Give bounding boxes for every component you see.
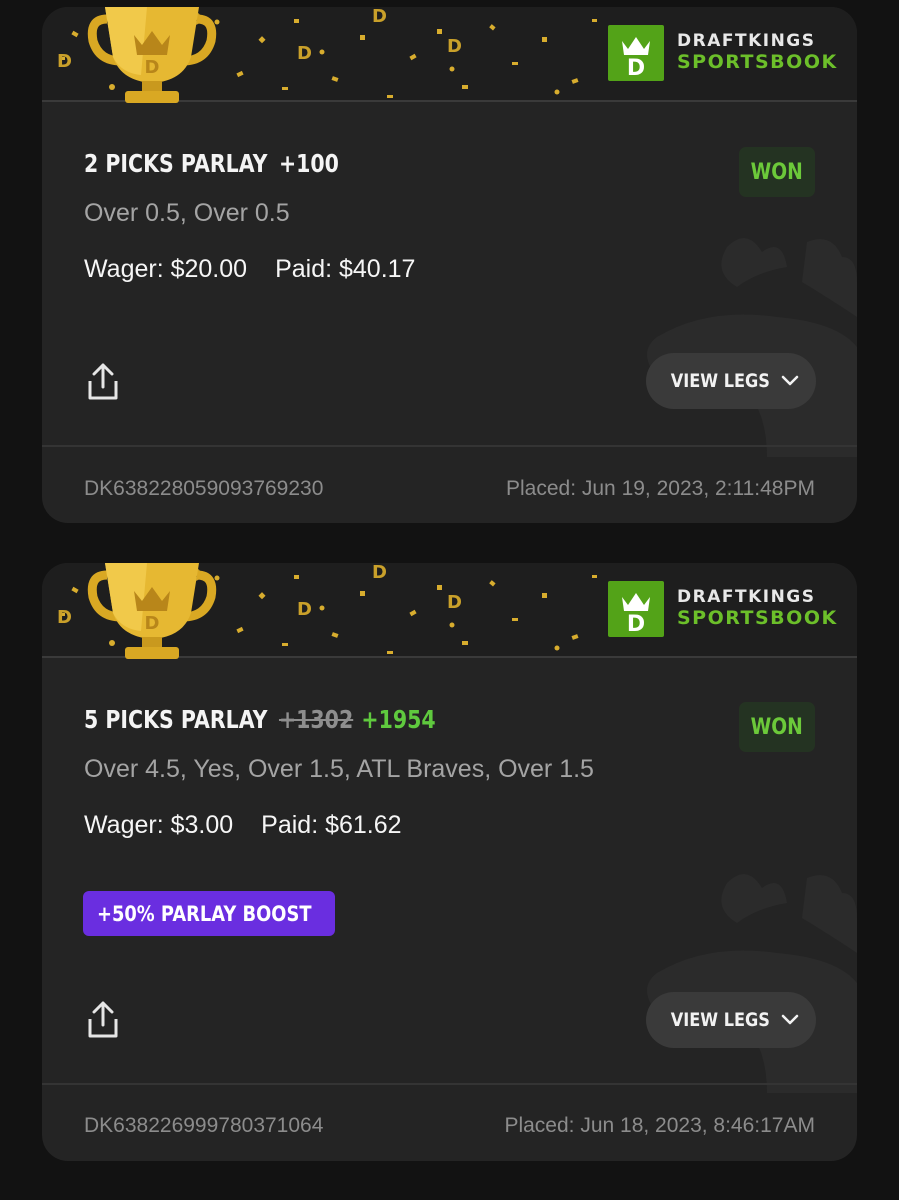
bet-odds: +100 — [278, 149, 339, 178]
bet-type-label: 5 PICKS PARLAY — [84, 705, 268, 734]
svg-text:D: D — [372, 7, 387, 27]
svg-text:D: D — [372, 563, 387, 583]
svg-text:D: D — [627, 56, 645, 81]
share-icon[interactable] — [85, 361, 121, 401]
svg-text:D: D — [57, 51, 72, 72]
svg-text:D: D — [297, 599, 312, 620]
original-odds: +1302 — [278, 705, 354, 734]
parlay-boost-badge: +50% PARLAY BOOST — [83, 891, 336, 936]
brand-line2: SPORTSBOOK — [677, 51, 838, 73]
footer-divider — [42, 1083, 857, 1085]
bet-footer: DK638226999780371064 Placed: Jun 18, 202… — [84, 1114, 815, 1138]
crown-watermark — [647, 238, 857, 457]
draftkings-logo-icon: D — [608, 581, 664, 637]
parlay-boost-label: +50% PARLAY BOOST — [97, 901, 312, 926]
footer-divider — [42, 445, 857, 447]
bet-card: D D D D D D D DRAFTKINGS SPORTSBO — [42, 563, 857, 1161]
chevron-down-icon — [782, 375, 799, 386]
wager-amount: Wager: $20.00 — [84, 255, 248, 283]
draftkings-logo-icon: D — [608, 25, 664, 81]
chevron-down-icon — [782, 1014, 799, 1025]
bet-selections: Over 0.5, Over 0.5 — [84, 199, 290, 227]
svg-text:D: D — [627, 612, 645, 637]
brand-line1: DRAFTKINGS — [677, 31, 816, 51]
bet-title: 5 PICKS PARLAY +1302 +1954 — [84, 705, 436, 734]
status-badge: WON — [739, 702, 815, 752]
status-label: WON — [750, 714, 804, 740]
placed-timestamp: Placed: Jun 19, 2023, 2:11:48PM — [506, 477, 815, 500]
status-badge: WON — [739, 147, 815, 197]
bet-amounts: Wager: $3.00 Paid: $61.62 — [84, 811, 402, 840]
view-legs-label: VIEW LEGS — [670, 370, 770, 392]
svg-text:D: D — [145, 57, 160, 78]
share-icon[interactable] — [85, 999, 121, 1039]
bet-card: D D D D D D D DRAFTKINGS SPORTSBO — [42, 7, 857, 523]
view-legs-button[interactable]: VIEW LEGS — [646, 353, 816, 409]
trophy-icon: D — [87, 7, 217, 103]
brand-line2: SPORTSBOOK — [677, 607, 838, 629]
paid-amount: Paid: $40.17 — [275, 255, 416, 283]
win-banner: D D D D D D D DRAFTKINGS SPORTSBO — [42, 563, 857, 659]
brand-wordmark: DRAFTKINGS SPORTSBOOK — [677, 587, 838, 629]
win-banner: D D D D D D D DRAFTKINGS SPORTSBO — [42, 7, 857, 103]
svg-text:D: D — [447, 592, 462, 613]
svg-text:D: D — [145, 613, 160, 634]
placed-timestamp: Placed: Jun 18, 2023, 8:46:17AM — [504, 1114, 815, 1137]
bet-selections: Over 4.5, Yes, Over 1.5, ATL Braves, Ove… — [84, 755, 594, 783]
bet-amounts: Wager: $20.00 Paid: $40.17 — [84, 255, 415, 284]
bet-footer: DK638228059093769230 Placed: Jun 19, 202… — [84, 477, 815, 501]
svg-text:D: D — [297, 43, 312, 64]
crown-watermark — [647, 874, 857, 1093]
bet-title: 2 PICKS PARLAY +100 — [84, 149, 339, 178]
bet-id: DK638228059093769230 — [84, 477, 324, 500]
brand-wordmark: DRAFTKINGS SPORTSBOOK — [677, 31, 838, 73]
view-legs-button[interactable]: VIEW LEGS — [646, 992, 816, 1048]
svg-text:D: D — [57, 607, 72, 628]
boosted-odds: +1954 — [361, 705, 436, 734]
brand-line1: DRAFTKINGS — [677, 587, 816, 607]
paid-amount: Paid: $61.62 — [261, 811, 402, 839]
trophy-icon: D — [87, 563, 217, 659]
status-label: WON — [750, 159, 804, 185]
wager-amount: Wager: $3.00 — [84, 811, 234, 839]
svg-text:D: D — [447, 36, 462, 57]
bet-id: DK638226999780371064 — [84, 1114, 324, 1137]
bet-type-label: 2 PICKS PARLAY — [84, 149, 268, 178]
view-legs-label: VIEW LEGS — [670, 1009, 770, 1031]
